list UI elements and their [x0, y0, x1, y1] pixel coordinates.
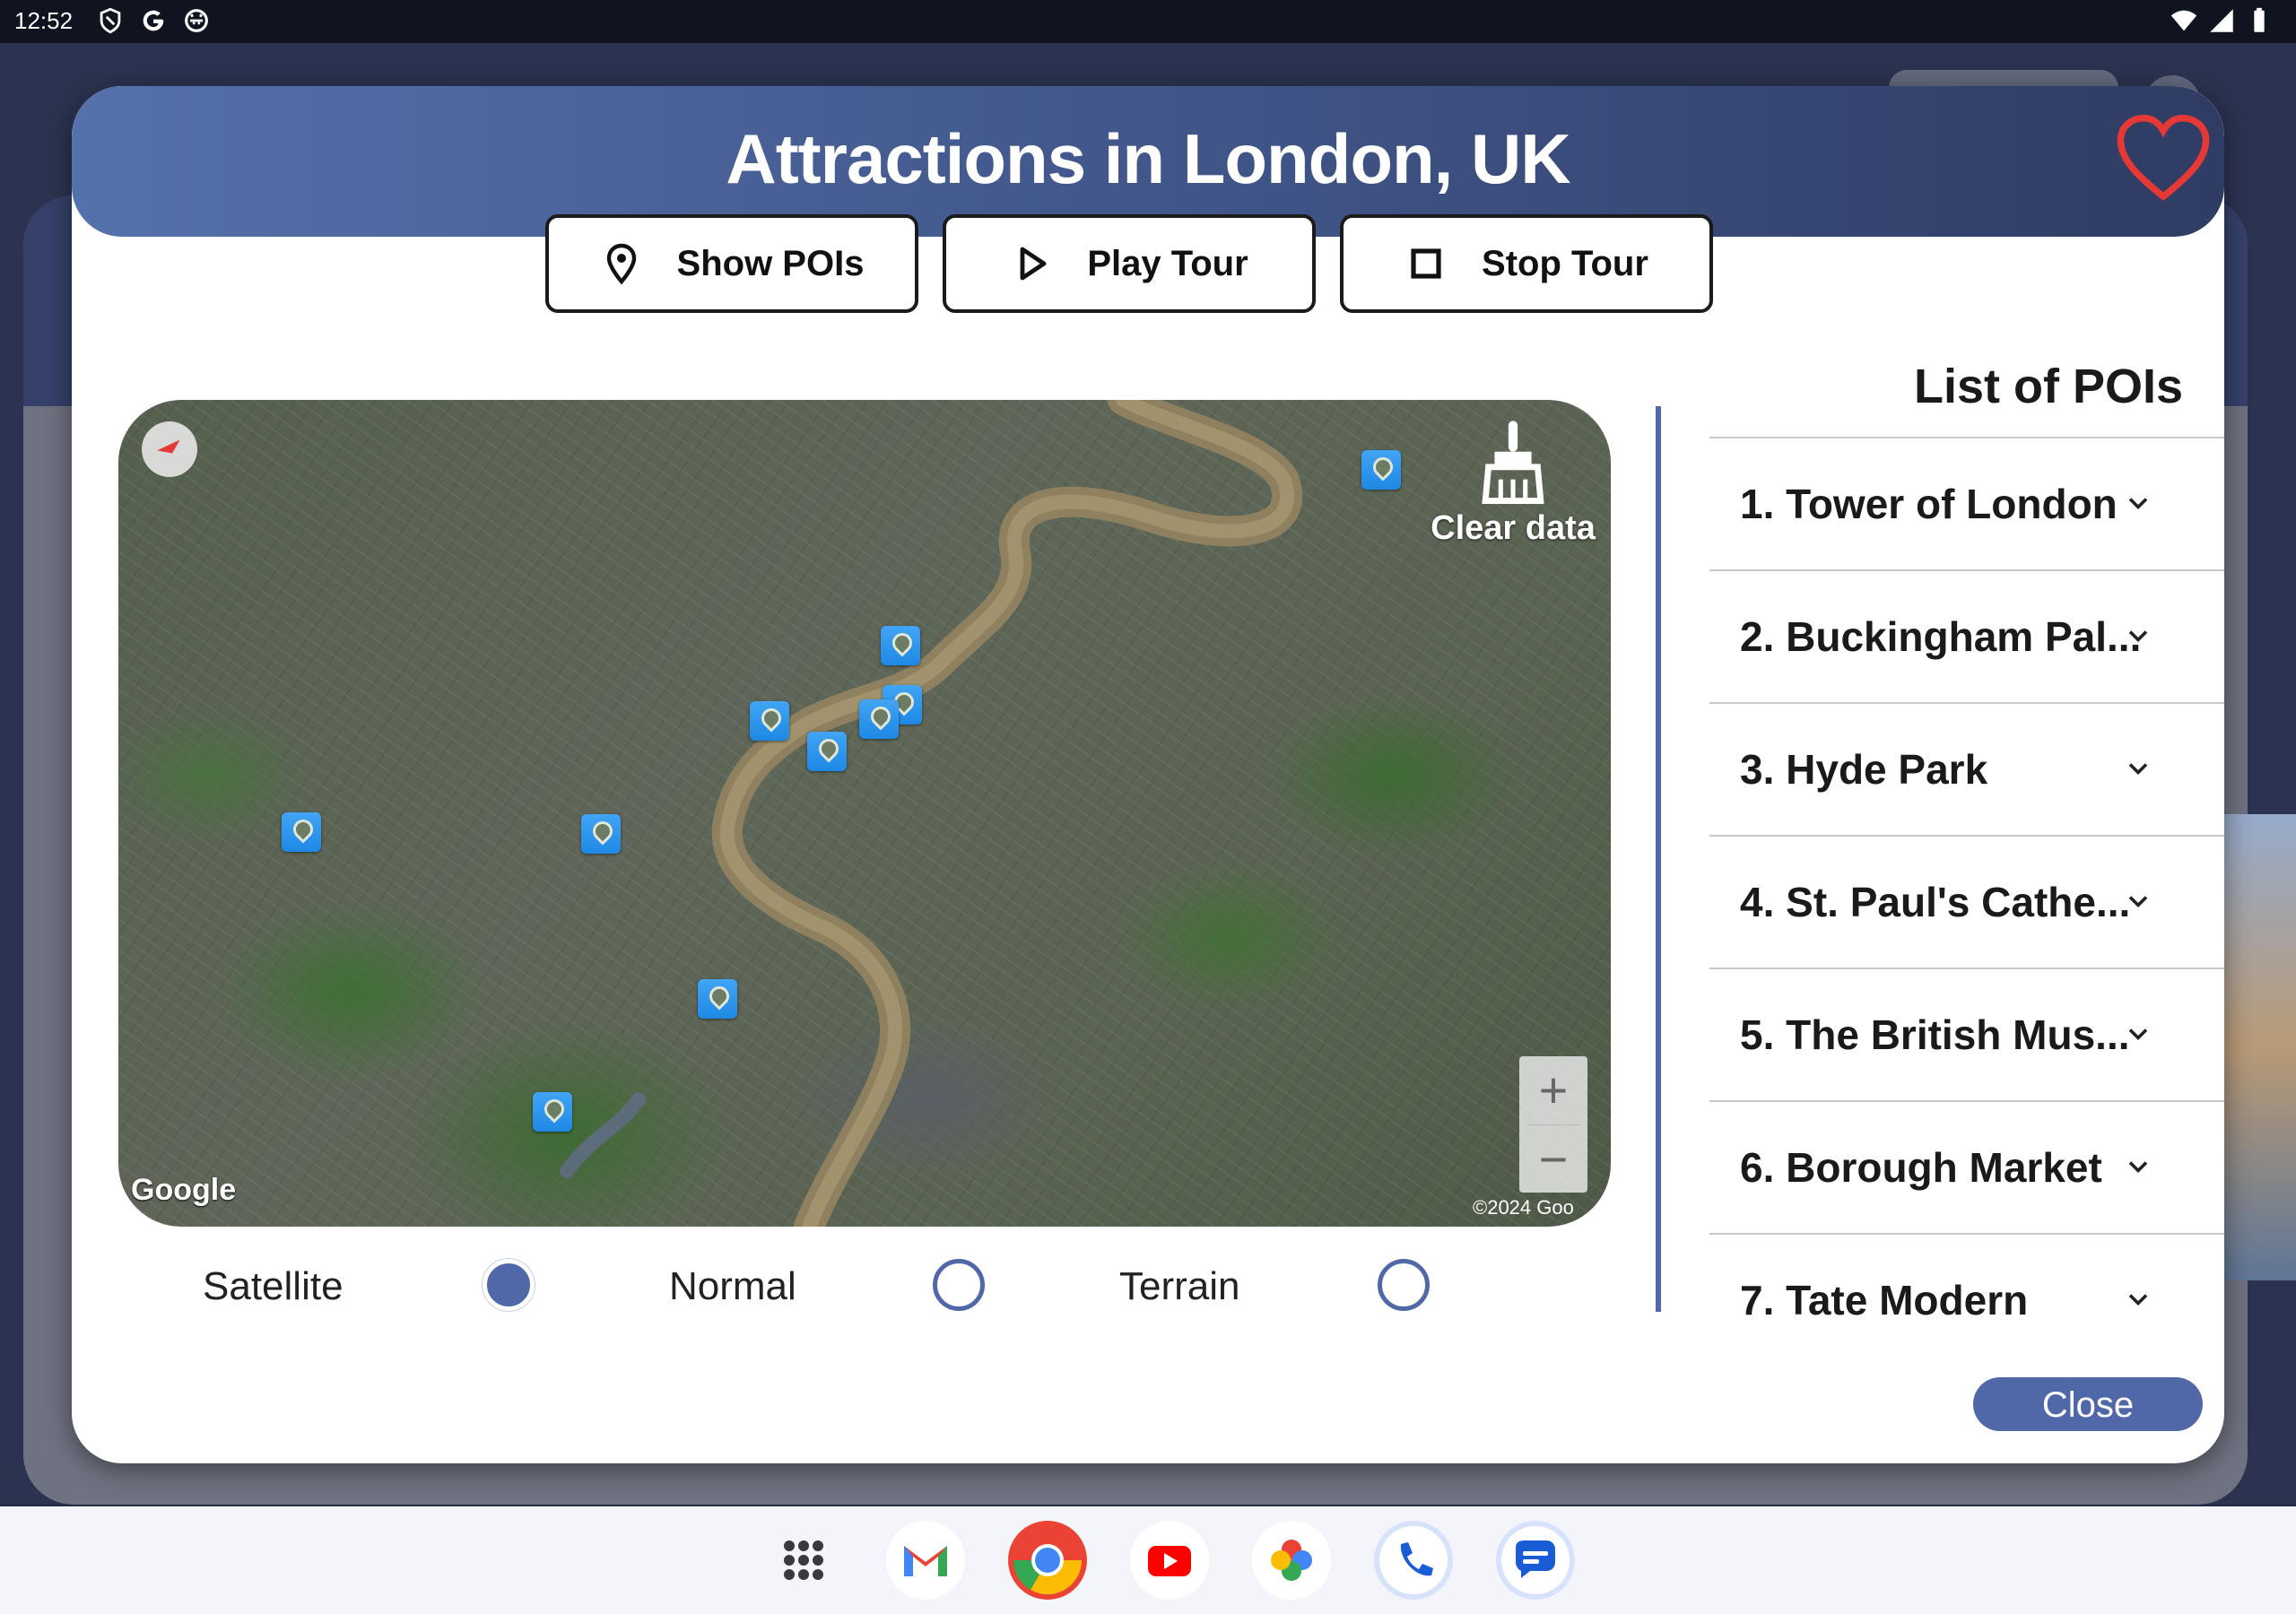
close-button[interactable]: Close: [1973, 1377, 2203, 1431]
broom-icon: [1482, 421, 1544, 504]
app-drawer-icon[interactable]: [762, 1519, 845, 1601]
chevron-down-icon: [2128, 630, 2148, 643]
poi-marker-icon[interactable]: [533, 1092, 572, 1132]
show-pois-button[interactable]: Show POIs: [545, 214, 918, 313]
gmail-icon[interactable]: [884, 1519, 967, 1601]
normal-label: Normal: [669, 1264, 796, 1308]
poi-marker-icon[interactable]: [750, 701, 789, 741]
location-pin-icon: [606, 243, 636, 285]
play-tour-label: Play Tour: [1087, 243, 1248, 283]
normal-radio[interactable]: [933, 1259, 985, 1311]
battery-icon: [2254, 7, 2265, 32]
zoom-in-button[interactable]: +: [1519, 1056, 1587, 1124]
map-type-selector: Satellite Normal Terrain: [72, 1252, 1614, 1323]
poi-item-label: 4. St. Paul's Cathe...: [1740, 879, 2131, 925]
poi-item-tower-of-london[interactable]: 1. Tower of London: [1709, 438, 2224, 571]
stop-tour-button[interactable]: Stop Tour: [1340, 214, 1713, 313]
poi-marker-icon[interactable]: [282, 812, 321, 852]
poi-item-label: 5. The British Mus...: [1740, 1011, 2130, 1058]
photos-icon[interactable]: [1250, 1519, 1333, 1601]
map-view[interactable]: Clear data + − Google ©2024 Goo: [118, 400, 1611, 1227]
zoom-controls: + −: [1519, 1056, 1587, 1193]
river-thames: [560, 400, 1302, 1227]
poi-item-label: 6. Borough Market: [1740, 1144, 2102, 1191]
poi-marker-icon[interactable]: [1361, 450, 1401, 490]
poi-marker-icon[interactable]: [859, 699, 899, 739]
poi-item-label: 1. Tower of London: [1740, 481, 2118, 527]
vertical-divider: [1656, 406, 1661, 1312]
show-pois-label: Show POIs: [676, 243, 865, 283]
poi-marker-icon[interactable]: [698, 979, 737, 1019]
stop-tour-label: Stop Tour: [1482, 243, 1648, 283]
clear-data-label: Clear data: [1431, 509, 1596, 547]
chevron-down-icon: [2128, 1161, 2148, 1174]
zoom-out-button[interactable]: −: [1519, 1125, 1587, 1193]
phone-icon[interactable]: [1372, 1519, 1455, 1601]
android-icon: [185, 9, 208, 32]
status-bar: 12:52: [0, 0, 2296, 43]
terrain-radio[interactable]: [1378, 1259, 1430, 1311]
poi-marker-icon[interactable]: [881, 626, 920, 665]
poi-item-british-museum[interactable]: 5. The British Mus...: [1709, 969, 2224, 1102]
messages-icon[interactable]: [1494, 1519, 1577, 1601]
chevron-down-icon: [2128, 498, 2148, 510]
chevron-down-icon: [2128, 896, 2148, 908]
poi-item-label: 3. Hyde Park: [1740, 746, 1988, 793]
chevron-down-icon: [2128, 1028, 2148, 1041]
heart-outline-icon[interactable]: [2115, 113, 2212, 203]
poi-item-buckingham-palace[interactable]: 2. Buckingham Pal...: [1709, 571, 2224, 704]
play-icon: [1020, 247, 1047, 281]
poi-item-label: 7. Tate Modern: [1740, 1277, 2029, 1323]
chrome-icon[interactable]: [1006, 1519, 1089, 1601]
poi-item-hyde-park[interactable]: 3. Hyde Park: [1709, 704, 2224, 837]
clear-data-button[interactable]: Clear data: [1419, 418, 1607, 548]
youtube-icon[interactable]: [1128, 1519, 1211, 1601]
poi-item-borough-market[interactable]: 6. Borough Market: [1709, 1102, 2224, 1235]
poi-item-tate-modern[interactable]: 7. Tate Modern: [1709, 1235, 2224, 1366]
chevron-down-icon: [2128, 1294, 2148, 1306]
dialog-title: Attractions in London, UK: [726, 119, 1570, 198]
poi-item-st-pauls-cathedral[interactable]: 4. St. Paul's Cathe...: [1709, 837, 2224, 969]
cell-signal-icon: [2210, 9, 2233, 32]
clock: 12:52: [14, 7, 74, 34]
taskbar-dock: [0, 1506, 2296, 1614]
shield-icon: [100, 7, 121, 34]
background-image: [2224, 814, 2296, 1280]
compass-icon[interactable]: [142, 421, 197, 477]
poi-item-label: 2. Buckingham Pal...: [1740, 613, 2142, 660]
poi-list-title: List of POIs: [1914, 360, 2184, 413]
tour-controls: Show POIs Play Tour Stop Tour: [545, 214, 1713, 313]
stop-icon: [1411, 248, 1441, 279]
poi-marker-icon[interactable]: [807, 732, 847, 771]
map-copyright: ©2024 Goo: [1473, 1196, 1574, 1219]
chevron-down-icon: [2128, 763, 2148, 776]
poi-marker-icon[interactable]: [581, 814, 621, 854]
google-logo: Google: [131, 1173, 237, 1207]
satellite-label: Satellite: [203, 1264, 344, 1308]
attractions-dialog: Attractions in London, UK Show POIs Play…: [72, 86, 2224, 1463]
play-tour-button[interactable]: Play Tour: [943, 214, 1316, 313]
satellite-radio[interactable]: [483, 1259, 535, 1311]
terrain-label: Terrain: [1119, 1264, 1240, 1308]
google-g-icon: [143, 10, 164, 31]
poi-list: 1. Tower of London 2. Buckingham Pal... …: [1709, 438, 2224, 1366]
wifi-icon: [2170, 10, 2197, 31]
